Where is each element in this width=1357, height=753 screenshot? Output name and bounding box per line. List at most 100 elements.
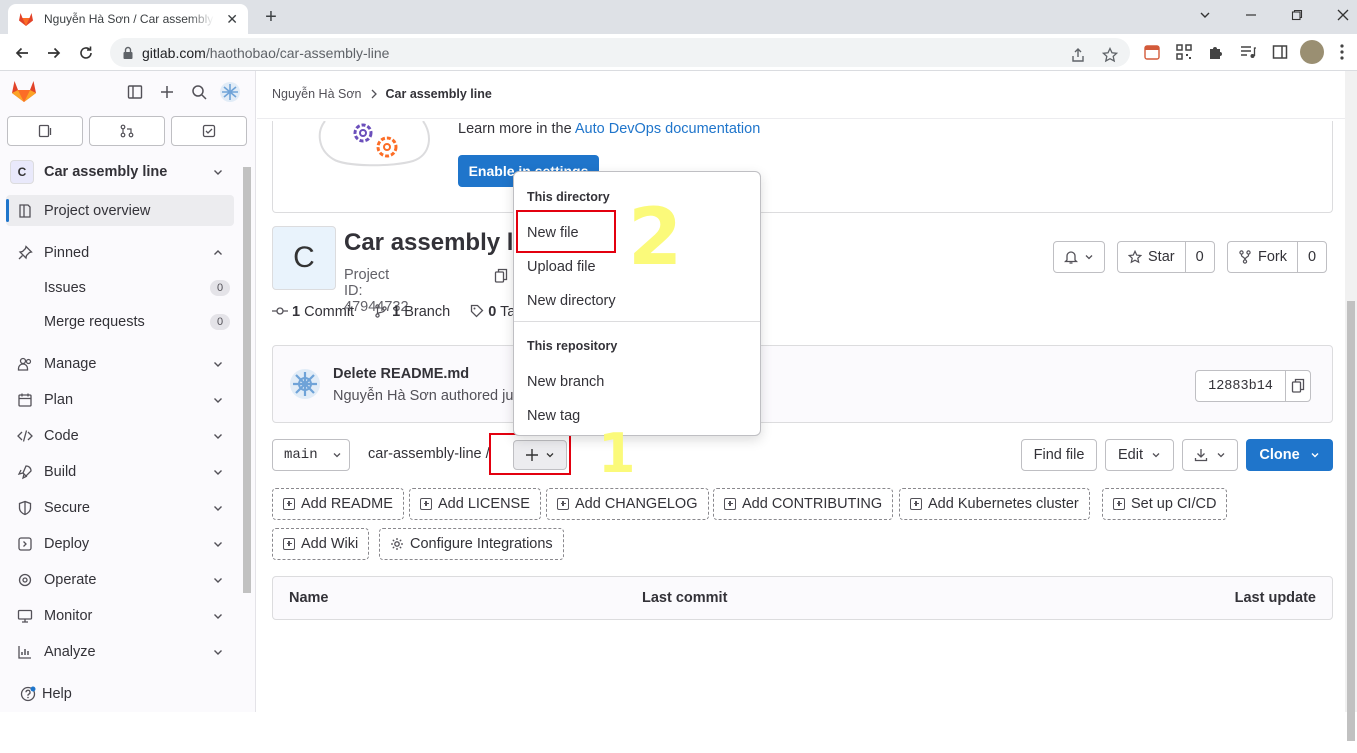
- sidebar-item-label: Deploy: [44, 535, 90, 552]
- minimize-icon[interactable]: [1228, 0, 1274, 30]
- back-icon[interactable]: [9, 40, 35, 66]
- sidebar-item-merge-requests[interactable]: Merge requests 0: [44, 308, 234, 336]
- download-button[interactable]: [1182, 439, 1238, 471]
- fork-count[interactable]: 0: [1297, 242, 1326, 272]
- menu-dots-icon[interactable]: [1331, 41, 1353, 63]
- calendar-extension-icon[interactable]: [1141, 41, 1163, 63]
- gitlab-logo-icon[interactable]: [11, 78, 37, 104]
- issues-shortcut-button[interactable]: [7, 116, 83, 146]
- side-panel-icon[interactable]: [1269, 41, 1291, 63]
- breadcrumb: Nguyễn Hà Sơn Car assembly line: [272, 87, 492, 101]
- add-contributing-button[interactable]: Add CONTRIBUTING: [713, 488, 894, 520]
- help-button[interactable]: Help: [20, 686, 72, 702]
- new-tab-icon[interactable]: +: [260, 6, 282, 28]
- star-button[interactable]: Star 0: [1117, 241, 1215, 273]
- project-name: Car assembly line: [44, 164, 168, 180]
- breadcrumb-project[interactable]: Car assembly line: [386, 87, 492, 101]
- forward-icon[interactable]: [41, 40, 67, 66]
- todos-shortcut-button[interactable]: [171, 116, 247, 146]
- user-avatar-icon[interactable]: [219, 81, 241, 103]
- repo-path-link[interactable]: car-assembly-line: [368, 446, 482, 462]
- configure-integrations-button[interactable]: Configure Integrations: [379, 528, 564, 560]
- sidebar-quick-tabs: [7, 116, 247, 146]
- page-scrollbar[interactable]: [1345, 71, 1357, 741]
- notifications-button[interactable]: [1053, 241, 1105, 273]
- edit-button[interactable]: Edit: [1105, 439, 1174, 471]
- browser-tab[interactable]: Nguyễn Hà Sơn / Car assembly line · GitL…: [8, 4, 248, 34]
- sidebar-item-deploy[interactable]: Deploy: [6, 528, 234, 559]
- tab-close-icon[interactable]: ✕: [226, 11, 238, 28]
- cloud-gear-icon: [16, 571, 34, 589]
- new-directory-menu-item[interactable]: New directory: [527, 293, 616, 309]
- sidebar-item-operate[interactable]: Operate: [6, 564, 234, 595]
- chevron-up-icon: [212, 247, 224, 259]
- branches-stat[interactable]: 1 Branch: [374, 304, 450, 320]
- extensions-puzzle-icon[interactable]: [1205, 41, 1227, 63]
- upload-file-menu-item[interactable]: Upload file: [527, 259, 596, 275]
- plus-square-icon: [283, 538, 295, 550]
- new-tag-menu-item[interactable]: New tag: [527, 408, 580, 424]
- add-readme-button[interactable]: Add README: [272, 488, 404, 520]
- toggle-sidebar-icon[interactable]: [124, 81, 146, 103]
- commit-author[interactable]: Nguyễn Hà Sơn: [333, 388, 437, 404]
- sidebar-scrollbar[interactable]: [240, 153, 254, 753]
- issues-icon: [38, 124, 52, 138]
- commit-icon: [272, 304, 288, 318]
- sidebar-item-pinned[interactable]: Pinned: [6, 237, 234, 268]
- commit-sha[interactable]: 12883b14: [1196, 371, 1286, 401]
- devops-docs-link[interactable]: Auto DevOps documentation: [575, 121, 760, 137]
- gitlab-favicon-icon: [18, 11, 34, 27]
- sidebar-item-issues[interactable]: Issues 0: [44, 274, 234, 302]
- plus-square-icon: [420, 498, 432, 510]
- sidebar-item-code[interactable]: Code: [6, 420, 234, 451]
- users-icon: [16, 355, 34, 373]
- qr-code-icon[interactable]: [1173, 41, 1195, 63]
- sidebar-item-analyze[interactable]: Analyze: [6, 636, 234, 667]
- sidebar-item-manage[interactable]: Manage: [6, 348, 234, 379]
- new-branch-menu-item[interactable]: New branch: [527, 374, 604, 390]
- close-window-icon[interactable]: [1320, 0, 1357, 30]
- search-icon[interactable]: [188, 81, 210, 103]
- add-changelog-button[interactable]: Add CHANGELOG: [546, 488, 709, 520]
- star-icon: [1128, 250, 1142, 264]
- fork-button[interactable]: Fork 0: [1227, 241, 1328, 273]
- sidebar-item-project-overview[interactable]: Project overview: [6, 195, 234, 226]
- find-file-button[interactable]: Find file: [1021, 439, 1097, 471]
- copy-sha-icon[interactable]: [1286, 371, 1310, 401]
- sidebar-item-secure[interactable]: Secure: [6, 492, 234, 523]
- commit-message[interactable]: Delete README.md: [333, 366, 469, 382]
- sidebar-item-build[interactable]: Build: [6, 456, 234, 487]
- branch-selector[interactable]: main: [272, 439, 350, 471]
- copy-project-id-icon[interactable]: [494, 268, 508, 284]
- reload-icon[interactable]: [73, 40, 99, 66]
- lock-icon: [122, 46, 134, 60]
- sidebar-item-plan[interactable]: Plan: [6, 384, 234, 415]
- sidebar-item-monitor[interactable]: Monitor: [6, 600, 234, 631]
- commits-stat[interactable]: 1 Commit: [272, 304, 354, 320]
- breadcrumb-user[interactable]: Nguyễn Hà Sơn: [272, 87, 362, 101]
- restore-icon[interactable]: [1274, 0, 1320, 30]
- shield-icon: [16, 499, 34, 517]
- merge-requests-shortcut-button[interactable]: [89, 116, 165, 146]
- share-icon[interactable]: [1068, 45, 1088, 65]
- clone-button[interactable]: Clone: [1246, 439, 1333, 471]
- profile-avatar[interactable]: [1300, 40, 1324, 64]
- page-scroll-thumb[interactable]: [1347, 301, 1355, 741]
- add-kubernetes-cluster-button[interactable]: Add Kubernetes cluster: [899, 488, 1090, 520]
- media-list-icon[interactable]: [1237, 41, 1259, 63]
- star-count[interactable]: 0: [1184, 242, 1214, 272]
- address-bar[interactable]: gitlab.com/haothobao/car-assembly-line: [110, 38, 1130, 67]
- sidebar-scroll-thumb[interactable]: [243, 167, 251, 593]
- setup-ci-cd-button[interactable]: Set up CI/CD: [1102, 488, 1228, 520]
- create-new-icon[interactable]: [156, 81, 178, 103]
- add-license-button[interactable]: Add LICENSE: [409, 488, 541, 520]
- this-directory-header: This directory: [527, 190, 610, 204]
- add-wiki-button[interactable]: Add Wiki: [272, 528, 370, 560]
- star-bookmark-icon[interactable]: [1100, 45, 1120, 65]
- star-label: Star: [1148, 249, 1175, 265]
- chevron-down-icon: [212, 394, 224, 406]
- chevron-down-icon[interactable]: [1182, 0, 1228, 30]
- project-switcher[interactable]: C Car assembly line: [10, 159, 232, 185]
- tab-title: Nguyễn Hà Sơn / Car assembly line · GitL…: [44, 12, 214, 26]
- annotation-step-1: 1: [598, 422, 636, 485]
